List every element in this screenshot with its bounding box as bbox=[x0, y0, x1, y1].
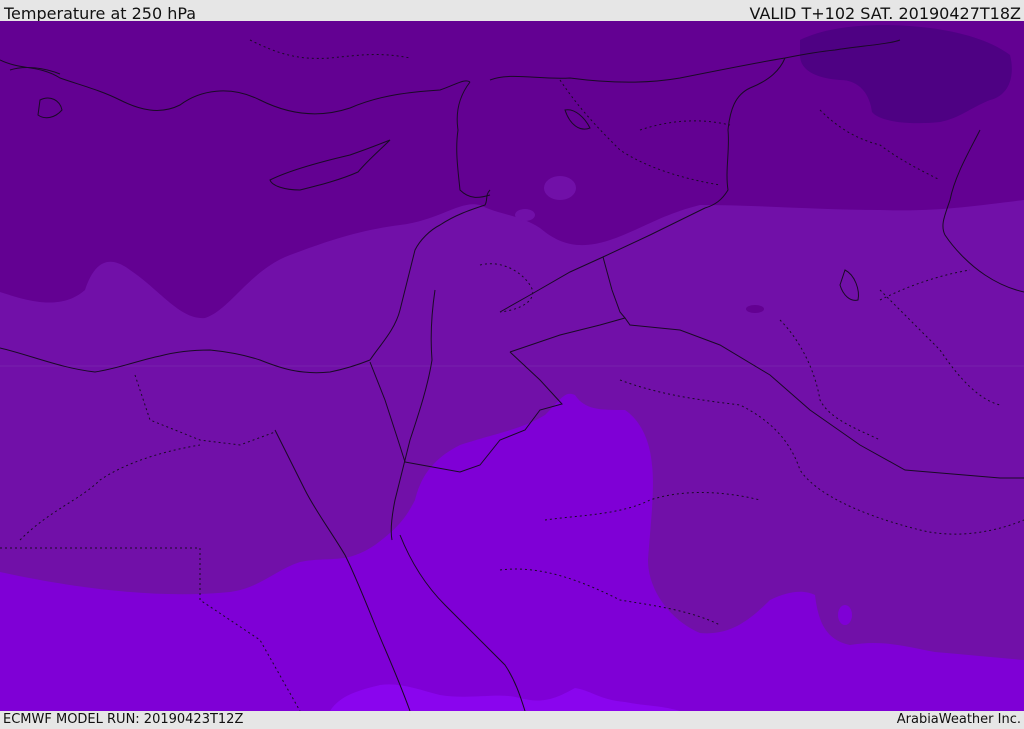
temperature-map[interactable] bbox=[0, 21, 1024, 711]
warm-spot-2 bbox=[515, 209, 535, 221]
cool-spot-1 bbox=[746, 305, 764, 313]
map-header: Temperature at 250 hPa VALID T+102 SAT. … bbox=[0, 0, 1024, 23]
warm-spot-1 bbox=[544, 176, 576, 200]
credit: ArabiaWeather Inc. bbox=[896, 712, 1021, 727]
model-run: ECMWF MODEL RUN: 20190423T12Z bbox=[3, 712, 244, 727]
warm-spot-3 bbox=[838, 605, 852, 625]
map-footer: ECMWF MODEL RUN: 20190423T12Z ArabiaWeat… bbox=[0, 711, 1024, 729]
